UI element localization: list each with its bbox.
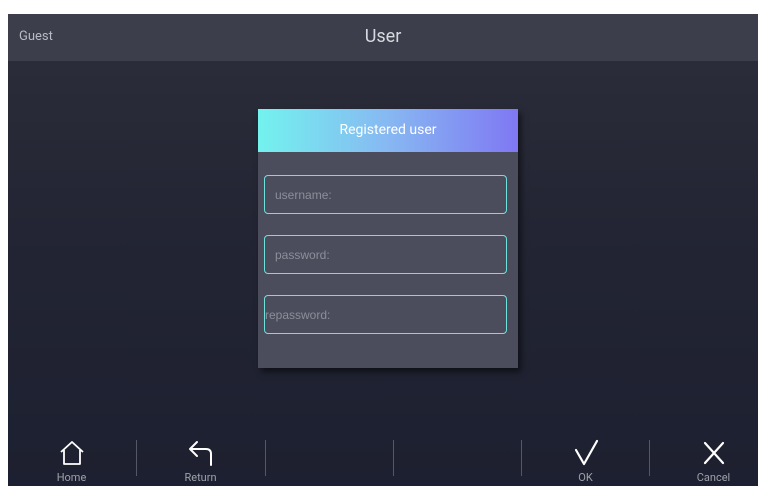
- repassword-field[interactable]: [264, 295, 507, 334]
- username-input[interactable]: [265, 176, 506, 213]
- check-icon: [522, 438, 649, 468]
- home-label: Home: [56, 471, 87, 484]
- return-button[interactable]: Return: [137, 434, 264, 486]
- return-arrow-icon: [137, 438, 264, 468]
- return-label: Return: [184, 471, 217, 484]
- cancel-button[interactable]: Cancel: [650, 434, 758, 486]
- password-field[interactable]: [264, 235, 507, 274]
- bottom-nav-bar: Home Return OK Cancel: [8, 434, 758, 486]
- repassword-input[interactable]: [265, 296, 506, 333]
- nav-divider: [393, 440, 394, 476]
- home-icon: [8, 438, 135, 468]
- username-field[interactable]: [264, 175, 507, 214]
- ok-label: OK: [578, 471, 593, 484]
- app-screen: Guest User Registered user Home: [8, 14, 758, 486]
- register-dialog: Registered user: [258, 109, 518, 368]
- home-button[interactable]: Home: [8, 434, 135, 486]
- nav-divider: [265, 440, 266, 476]
- ok-button[interactable]: OK: [522, 434, 649, 486]
- dialog-title: Registered user: [258, 109, 518, 152]
- page-title: User: [364, 26, 402, 47]
- top-bar: Guest User: [8, 14, 758, 61]
- close-icon: [650, 438, 758, 468]
- cancel-label: Cancel: [696, 471, 731, 484]
- password-input[interactable]: [265, 236, 506, 273]
